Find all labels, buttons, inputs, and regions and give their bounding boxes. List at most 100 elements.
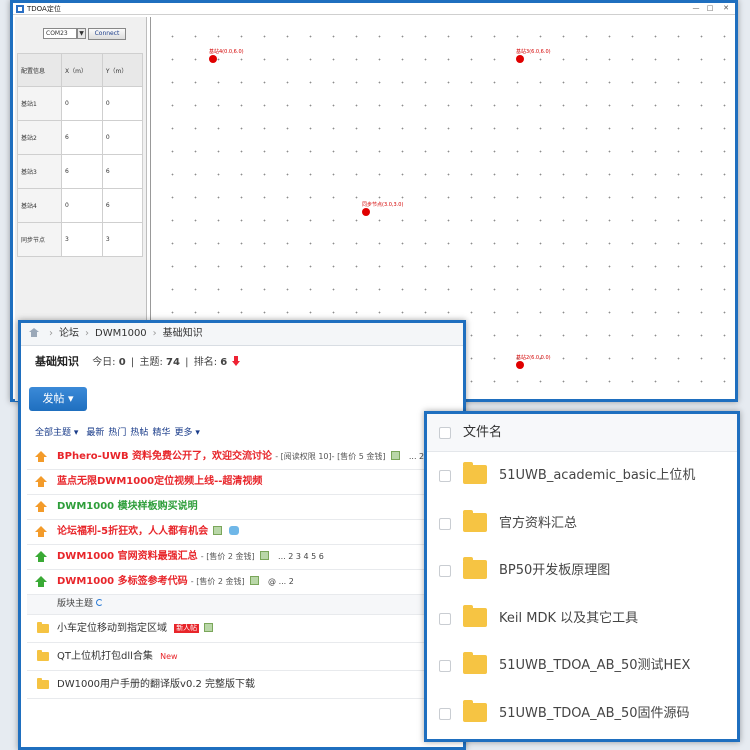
file-row[interactable]: 51UWB_TDOA_AB_50固件源码 bbox=[427, 690, 737, 738]
node-label: 同步节点(3.0,3.0) bbox=[362, 202, 404, 208]
thread-row[interactable]: BPhero-UWB 资料免费公开了，欢迎交流讨论 - [阅读权限 10]- [… bbox=[27, 445, 463, 470]
y-cell[interactable]: 0 bbox=[101, 120, 144, 155]
minimize-icon[interactable]: — bbox=[691, 4, 701, 12]
x-cell[interactable]: 6 bbox=[61, 154, 103, 189]
filter-hot[interactable]: 热帖 bbox=[130, 428, 148, 438]
filter-all-topics[interactable]: 全部主题 ▾ bbox=[35, 428, 78, 438]
rank-label: 排名: bbox=[193, 357, 218, 368]
filter-more[interactable]: 更多 ▾ bbox=[174, 428, 199, 438]
thread-meta: - [售价 2 金钱] bbox=[190, 577, 245, 586]
thread-title[interactable]: 论坛福利-5折狂欢，人人都有机会 bbox=[57, 526, 208, 537]
column-header-filename[interactable]: 文件名 bbox=[463, 414, 502, 452]
row-checkbox[interactable] bbox=[439, 517, 451, 530]
new-post-button[interactable]: 发帖 ▾ bbox=[29, 387, 87, 411]
file-row[interactable]: 官方资料汇总 bbox=[427, 500, 737, 548]
station-name-cell: 同步节点 bbox=[16, 222, 63, 257]
maximize-icon[interactable]: □ bbox=[705, 4, 715, 12]
x-cell[interactable]: 0 bbox=[61, 86, 103, 121]
newbie-badge: 新人帖 bbox=[174, 624, 200, 633]
com-port-select[interactable]: COM23 bbox=[43, 28, 77, 39]
topics-count: 74 bbox=[166, 357, 180, 368]
thread-title[interactable]: QT上位机打包dll合集 bbox=[57, 651, 153, 662]
breadcrumb-dwm1000[interactable]: DWM1000 bbox=[95, 328, 147, 339]
file-name[interactable]: 51UWB_TDOA_AB_50固件源码 bbox=[499, 690, 690, 737]
thread-row[interactable]: DWM1000 模块样板购买说明 bbox=[27, 495, 463, 520]
breadcrumb-separator: › bbox=[85, 328, 89, 339]
thread-row[interactable]: 蓝点无限DWM1000定位视频上线--超清视频 bbox=[27, 470, 463, 495]
thread-title[interactable]: DWM1000 多标签参考代码 bbox=[57, 576, 188, 587]
folder-icon bbox=[463, 509, 487, 532]
window-title: TDOA定位 bbox=[27, 5, 61, 13]
pinned-arrow-icon bbox=[35, 476, 47, 488]
forum-stats: 今日: 0 | 主题: 74 | 排名: 6 bbox=[92, 356, 241, 368]
thread-pager[interactable]: @ ... 2 bbox=[268, 577, 294, 586]
file-name[interactable]: 官方资料汇总 bbox=[499, 500, 577, 547]
thread-row[interactable]: DW1000用户手册的翻译版v0.2 完整版下载 bbox=[27, 671, 463, 699]
station-name-cell: 基站4 bbox=[16, 188, 63, 223]
thread-row[interactable]: 小车定位移动到指定区域 新人帖 bbox=[27, 615, 463, 643]
attachment-icon bbox=[213, 526, 223, 535]
thread-row[interactable]: QT上位机打包dll合集 New bbox=[27, 643, 463, 671]
select-all-checkbox[interactable] bbox=[439, 427, 451, 439]
folder-icon bbox=[37, 622, 49, 633]
y-cell[interactable]: 6 bbox=[101, 154, 144, 189]
column-header: X（m） bbox=[61, 53, 103, 87]
row-checkbox[interactable] bbox=[439, 565, 451, 577]
y-cell[interactable]: 3 bbox=[101, 222, 144, 257]
y-cell[interactable]: 6 bbox=[101, 188, 144, 223]
chevron-down-icon[interactable]: ▼ bbox=[77, 28, 86, 39]
pinned-arrow-icon bbox=[35, 551, 47, 563]
close-icon[interactable]: ✕ bbox=[721, 4, 731, 12]
y-cell[interactable]: 0 bbox=[101, 86, 144, 121]
thread-row[interactable]: DWM1000 多标签参考代码 - [售价 2 金钱] @ ... 2 bbox=[27, 570, 463, 595]
filter-latest[interactable]: 最新 bbox=[86, 428, 104, 438]
app-icon bbox=[16, 5, 24, 13]
x-cell[interactable]: 6 bbox=[61, 120, 103, 155]
file-list: 51UWB_academic_basic上位机 官方资料汇总 BP50开发板原理… bbox=[427, 452, 737, 737]
row-checkbox[interactable] bbox=[439, 707, 451, 720]
file-name[interactable]: 51UWB_TDOA_AB_50测试HEX bbox=[499, 642, 690, 689]
folder-icon bbox=[463, 652, 487, 674]
file-name[interactable]: BP50开发板原理图 bbox=[499, 547, 610, 594]
thread-title[interactable]: 小车定位移动到指定区域 bbox=[57, 623, 167, 634]
thread-title[interactable]: 蓝点无限DWM1000定位视频上线--超清视频 bbox=[57, 476, 262, 487]
thread-title[interactable]: DWM1000 官网资料最强汇总 bbox=[57, 551, 198, 562]
today-label: 今日: bbox=[92, 357, 116, 368]
thread-pager[interactable]: ... 2 3 4 5 6 bbox=[278, 552, 324, 561]
column-header: 配置信息 bbox=[16, 53, 63, 87]
breadcrumb-forum[interactable]: 论坛 bbox=[59, 328, 79, 339]
file-name[interactable]: 51UWB_academic_basic上位机 bbox=[499, 452, 695, 499]
node-label: 基站4(0.0,6.0) bbox=[209, 49, 244, 55]
node-marker bbox=[362, 208, 370, 216]
x-cell[interactable]: 3 bbox=[61, 222, 103, 257]
breadcrumb-separator: › bbox=[49, 328, 53, 339]
file-row[interactable]: 51UWB_academic_basic上位机 bbox=[427, 452, 737, 500]
folder-icon bbox=[463, 604, 487, 627]
breadcrumb-basics[interactable]: 基础知识 bbox=[163, 328, 203, 339]
node-marker bbox=[516, 361, 524, 369]
thread-title[interactable]: DWM1000 模块样板购买说明 bbox=[57, 501, 198, 512]
file-list-header: 文件名 bbox=[427, 414, 737, 452]
filter-popular[interactable]: 热门 bbox=[108, 428, 126, 438]
attachment-icon bbox=[390, 451, 400, 460]
x-cell[interactable]: 0 bbox=[61, 188, 103, 223]
row-checkbox[interactable] bbox=[439, 612, 451, 625]
thread-title[interactable]: DW1000用户手册的翻译版v0.2 完整版下载 bbox=[57, 679, 255, 690]
home-icon[interactable] bbox=[29, 328, 39, 337]
file-row[interactable]: 51UWB_TDOA_AB_50测试HEX bbox=[427, 642, 737, 690]
connect-button[interactable]: Connect bbox=[88, 28, 126, 40]
thread-pager[interactable]: ... 2 bbox=[409, 452, 424, 461]
file-row[interactable]: BP50开发板原理图 bbox=[427, 547, 737, 595]
row-checkbox[interactable] bbox=[439, 470, 451, 482]
hot-badge-icon bbox=[229, 526, 240, 535]
file-name[interactable]: Keil MDK 以及其它工具 bbox=[499, 595, 638, 642]
thread-title[interactable]: BPhero-UWB 资料免费公开了，欢迎交流讨论 bbox=[57, 451, 272, 462]
thread-row[interactable]: 论坛福利-5折狂欢，人人都有机会 bbox=[27, 520, 463, 545]
row-checkbox[interactable] bbox=[439, 660, 451, 672]
filter-featured[interactable]: 精华 bbox=[152, 428, 170, 438]
thread-row[interactable]: DWM1000 官网资料最强汇总 - [售价 2 金钱] ... 2 3 4 5… bbox=[27, 545, 463, 570]
folder-icon bbox=[463, 462, 487, 484]
file-row[interactable]: Keil MDK 以及其它工具 bbox=[427, 595, 737, 643]
refresh-icon[interactable] bbox=[96, 599, 104, 606]
filter-bar: 全部主题 ▾ 最新 热门 热帖 精华 更多 ▾ bbox=[35, 427, 204, 439]
